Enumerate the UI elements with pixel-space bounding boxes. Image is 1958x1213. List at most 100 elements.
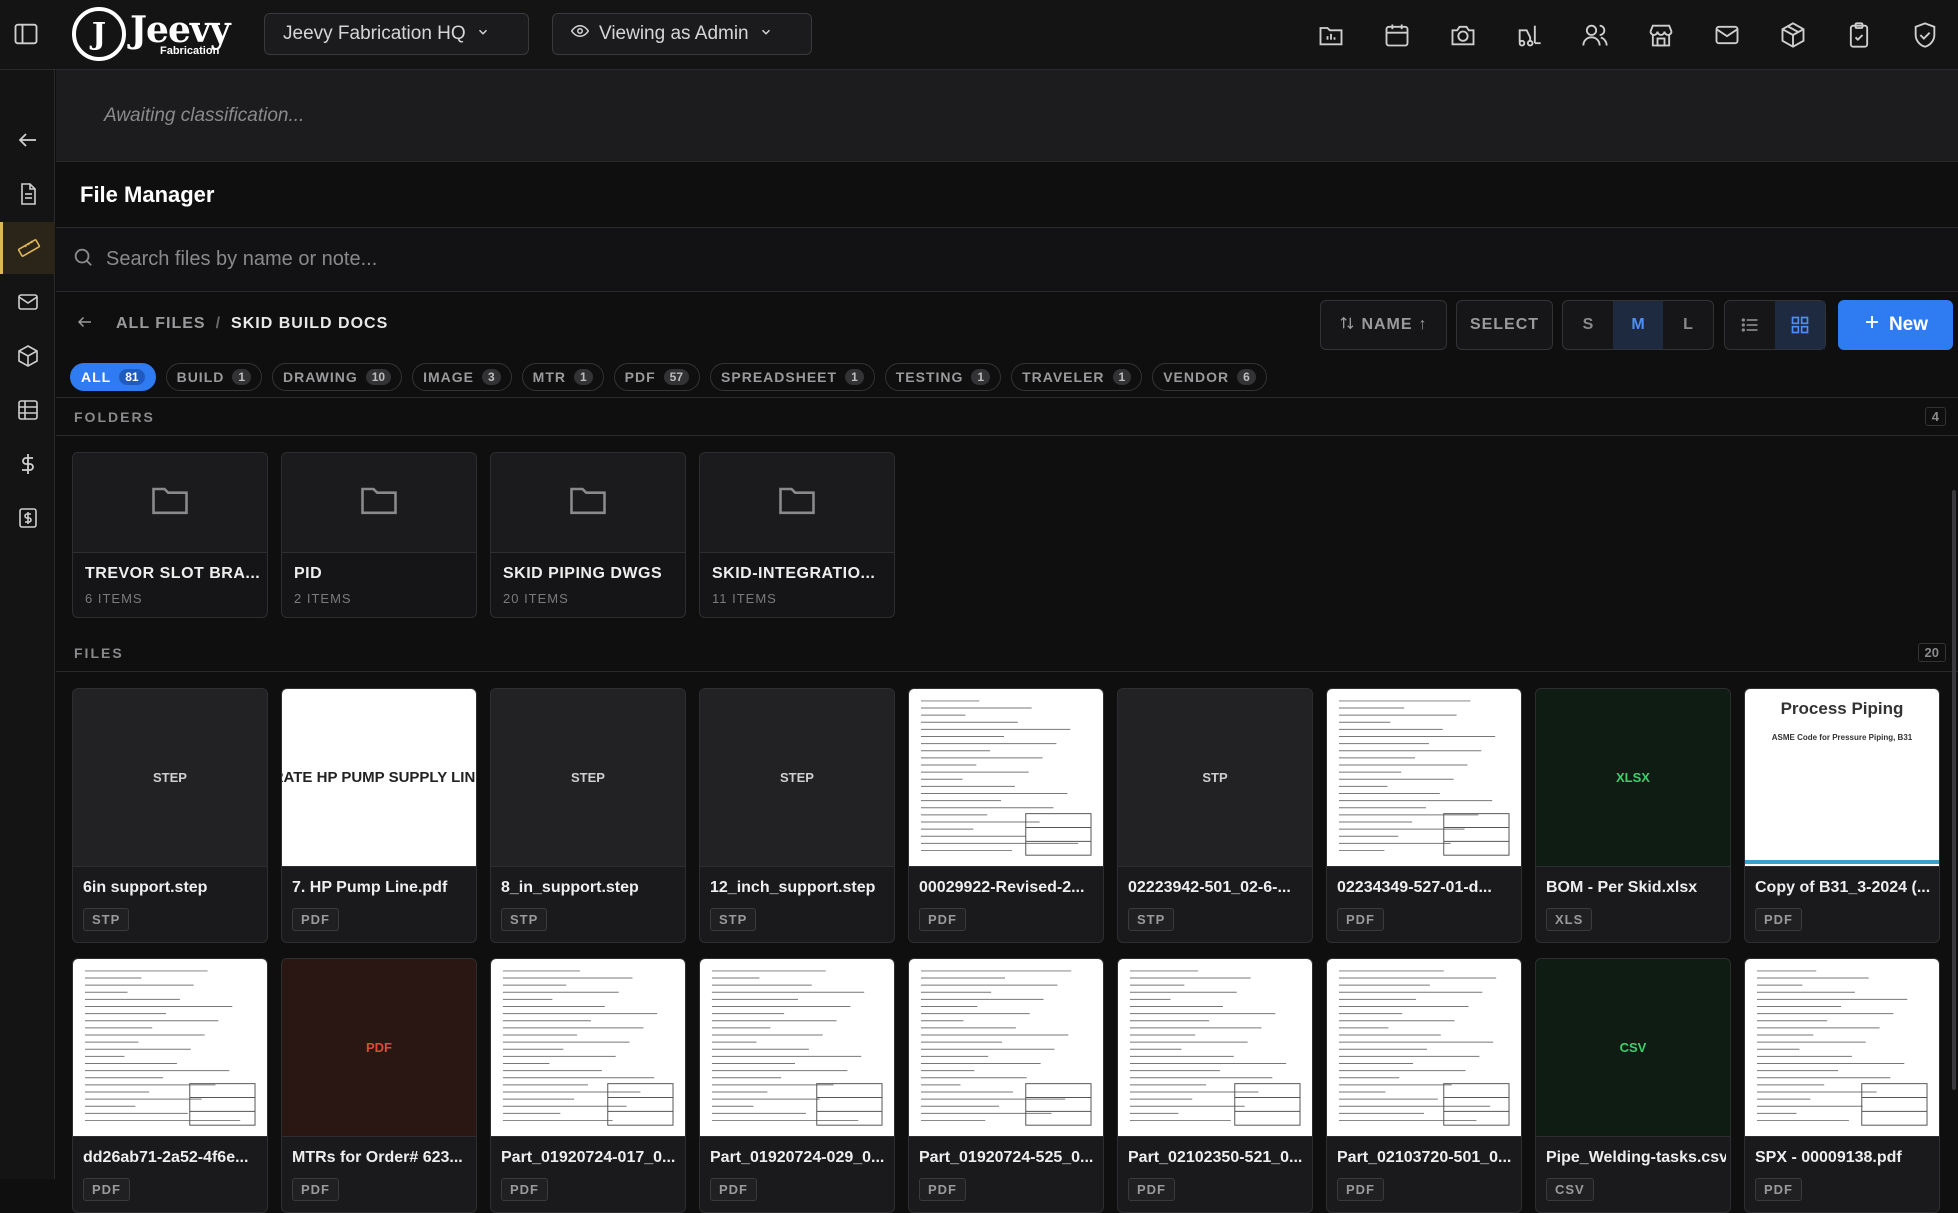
select-button[interactable]: SELECT: [1456, 300, 1553, 350]
mail-icon[interactable]: [0, 276, 55, 328]
file-card[interactable]: STP 02223942-501_02-6-... STP: [1117, 688, 1313, 943]
store-icon[interactable]: [1628, 0, 1694, 70]
file-card[interactable]: Part_01920724-017_0... PDF: [490, 958, 686, 1213]
filter-chip-all[interactable]: ALL 81: [70, 362, 156, 391]
grid-view-icon[interactable]: [1775, 301, 1825, 349]
org-selector[interactable]: Jeevy Fabrication HQ: [264, 13, 529, 55]
file-card[interactable]: Part_02102350-521_0... PDF: [1117, 958, 1313, 1213]
camera-icon[interactable]: [1430, 0, 1496, 70]
file-card[interactable]: Part_01920724-029_0... PDF: [699, 958, 895, 1213]
folder-icon: [148, 478, 192, 527]
file-card[interactable]: STEP 12_inch_support.step STP: [699, 688, 895, 943]
file-card[interactable]: 02234349-527-01-d... PDF: [1326, 688, 1522, 943]
file-card[interactable]: SPX - 00009138.pdf PDF: [1744, 958, 1940, 1213]
folder-card[interactable]: PID 2 ITEMS: [281, 452, 477, 618]
file-thumbnail: STEP: [491, 689, 685, 867]
chip-label: SPREADSHEET: [721, 368, 838, 385]
size-medium-button[interactable]: M: [1613, 301, 1663, 349]
filter-chips: ALL 81 BUILD 1 DRAWING 10 IMAGE 3 MTR 1 PDF 57…: [56, 356, 1958, 398]
file-card[interactable]: RATE HP PUMP SUPPLY LINE 7. HP Pump Line.…: [281, 688, 477, 943]
back-arrow-icon[interactable]: [76, 313, 94, 336]
folder-card[interactable]: SKID PIPING DWGS 20 ITEMS: [490, 452, 686, 618]
file-type-badge: PDF: [919, 908, 966, 931]
folder-icon: [357, 478, 401, 527]
size-small-button[interactable]: S: [1563, 301, 1613, 349]
view-as-selector[interactable]: Viewing as Admin: [552, 13, 812, 55]
file-thumbnail: Process Piping ASME Code for Pressure Pip…: [1745, 689, 1939, 867]
filter-chip-pdf[interactable]: PDF 57: [613, 362, 701, 391]
file-type-badge: STP: [710, 908, 757, 931]
folder-card[interactable]: TREVOR SLOT BRA... 6 ITEMS: [72, 452, 268, 618]
folder-item-count: 6 ITEMS: [85, 591, 143, 606]
toolbar: ALL FILES / SKID BUILD DOCS NAME ↑ SELEC…: [56, 292, 1958, 356]
filter-chip-testing[interactable]: TESTING 1: [884, 362, 1002, 391]
mail-icon[interactable]: [1694, 0, 1760, 70]
breadcrumb: ALL FILES / SKID BUILD DOCS: [76, 292, 388, 356]
folder-item-count: 20 ITEMS: [503, 591, 569, 606]
filter-chip-spreadsheet[interactable]: SPREADSHEET 1: [710, 362, 875, 391]
sort-button[interactable]: NAME ↑: [1320, 300, 1447, 350]
chart-folder-icon[interactable]: [1298, 0, 1364, 70]
file-name: dd26ab71-2a52-4f6e...: [83, 1149, 249, 1166]
file-card[interactable]: PDF MTRs for Order# 623... PDF: [281, 958, 477, 1213]
files-count: 20: [1917, 643, 1946, 662]
folders-header: FOLDERS 4: [56, 398, 1958, 436]
folder-card[interactable]: SKID-INTEGRATIO... 11 ITEMS: [699, 452, 895, 618]
list-view-icon[interactable]: [1725, 301, 1775, 349]
ruler-icon[interactable]: [0, 222, 55, 274]
dollar-icon[interactable]: [0, 438, 55, 490]
size-large-button[interactable]: L: [1663, 301, 1713, 349]
chip-count: 1: [573, 368, 593, 385]
file-card[interactable]: STEP 8_in_support.step STP: [490, 688, 686, 943]
file-thumbnail: [909, 959, 1103, 1137]
filter-chip-mtr[interactable]: MTR 1: [521, 362, 604, 391]
file-name: Part_01920724-017_0...: [501, 1149, 676, 1166]
forklift-icon[interactable]: [1496, 0, 1562, 70]
chip-label: TRAVELER: [1022, 368, 1105, 385]
receipt-icon[interactable]: [0, 492, 55, 544]
filter-chip-image[interactable]: IMAGE 3: [412, 362, 512, 391]
filter-chip-traveler[interactable]: TRAVELER 1: [1011, 362, 1143, 391]
scrollbar[interactable]: [1952, 490, 1956, 1090]
chip-count: 3: [481, 368, 501, 385]
file-card[interactable]: 00029922-Revised-2... PDF: [908, 688, 1104, 943]
filter-chip-build[interactable]: BUILD 1: [165, 362, 263, 391]
table-icon[interactable]: [0, 384, 55, 436]
file-card[interactable]: Process Piping ASME Code for Pressure Pip…: [1744, 688, 1940, 943]
file-card[interactable]: CSV Pipe_Welding-tasks.csv CSV: [1535, 958, 1731, 1213]
folder-item-count: 2 ITEMS: [294, 591, 352, 606]
search-input[interactable]: [106, 248, 1806, 271]
clipboard-check-icon[interactable]: [1826, 0, 1892, 70]
classification-bar: Awaiting classification...: [56, 70, 1958, 162]
file-thumbnail: [1118, 959, 1312, 1137]
file-name: 12_inch_support.step: [710, 879, 876, 896]
file-card[interactable]: Part_02103720-501_0... PDF: [1326, 958, 1522, 1213]
file-type-badge: PDF: [1755, 908, 1802, 931]
file-card[interactable]: dd26ab71-2a52-4f6e... PDF: [72, 958, 268, 1213]
brand-logo[interactable]: J Jeevy Fabrication: [72, 4, 231, 64]
shield-check-icon[interactable]: [1892, 0, 1958, 70]
file-card[interactable]: XLSX BOM - Per Skid.xlsx XLS: [1535, 688, 1731, 943]
view-toggle: [1724, 300, 1826, 350]
chip-count: 57: [663, 368, 690, 385]
new-button[interactable]: New: [1838, 300, 1953, 350]
calendar-icon[interactable]: [1364, 0, 1430, 70]
document-icon[interactable]: [0, 168, 55, 220]
file-name: Pipe_Welding-tasks.csv: [1546, 1149, 1726, 1166]
filter-chip-drawing[interactable]: DRAWING 10: [272, 362, 403, 391]
back-arrow-icon[interactable]: [0, 114, 55, 166]
folder-name: SKID-INTEGRATIO...: [712, 565, 876, 582]
org-selector-label: Jeevy Fabrication HQ: [283, 23, 466, 44]
filter-chip-vendor[interactable]: VENDOR 6: [1152, 362, 1267, 391]
package-icon[interactable]: [1760, 0, 1826, 70]
thumb-title: RATE HP PUMP SUPPLY LINE: [282, 769, 476, 786]
file-card[interactable]: STEP 6in support.step STP: [72, 688, 268, 943]
file-card[interactable]: Part_01920724-525_0... PDF: [908, 958, 1104, 1213]
users-icon[interactable]: [1562, 0, 1628, 70]
sidebar-toggle-icon[interactable]: [12, 20, 40, 48]
search-icon: [72, 246, 94, 273]
breadcrumb-root[interactable]: ALL FILES: [116, 315, 206, 333]
file-name: BOM - Per Skid.xlsx: [1546, 879, 1698, 896]
file-thumbnail: STEP: [700, 689, 894, 867]
box-icon[interactable]: [0, 330, 55, 382]
